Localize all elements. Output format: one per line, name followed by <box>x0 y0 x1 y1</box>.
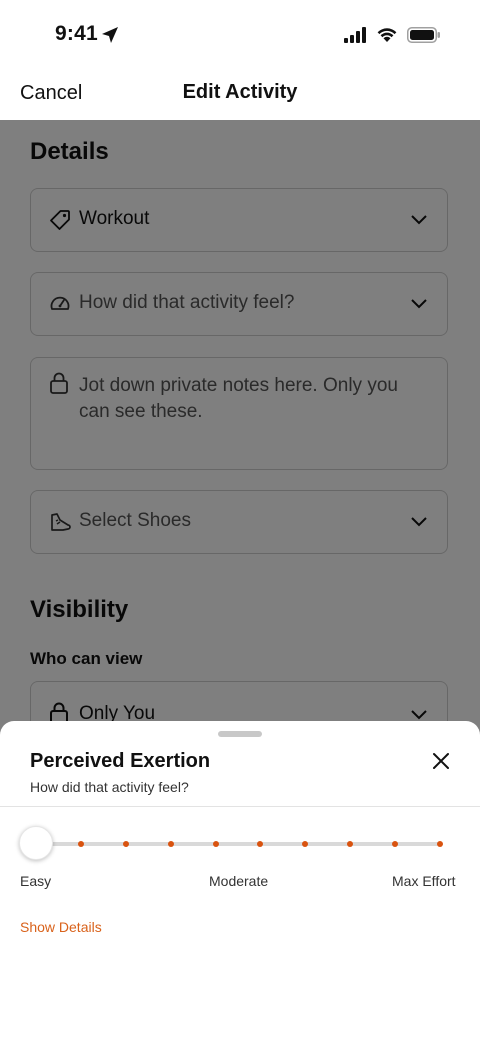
slider-tick <box>437 841 443 847</box>
slider-tick <box>77 841 84 847</box>
navigation-bar: Cancel Edit Activity <box>0 70 480 120</box>
location-arrow-icon <box>102 27 118 43</box>
scale-label-moderate: Moderate <box>209 873 269 889</box>
slider-track[interactable] <box>36 842 440 846</box>
slider-tick <box>347 841 354 847</box>
scale-label-max-effort: Max Effort <box>392 873 456 889</box>
scale-label-easy: Easy <box>20 873 52 889</box>
battery-icon <box>407 27 440 43</box>
show-details-link[interactable]: Show Details <box>20 919 102 935</box>
slider-tick <box>302 841 309 847</box>
slider-tick <box>167 841 174 847</box>
slider-tick <box>212 841 219 847</box>
slider-tick <box>122 841 129 847</box>
status-time: 9:41 <box>55 22 98 45</box>
status-bar: 9:41 <box>0 0 480 70</box>
wifi-icon <box>377 28 397 42</box>
page-title: Edit Activity <box>182 81 298 103</box>
sheet-subtitle: How did that activity feel? <box>30 779 189 795</box>
edit-activity-screen: 9:41 Cancel Edit Activity Details <box>0 0 480 1040</box>
close-icon[interactable] <box>429 749 453 773</box>
slider-tick <box>257 841 264 847</box>
sheet-divider <box>0 806 480 807</box>
slider-tick <box>392 841 399 847</box>
perceived-exertion-sheet: Perceived Exertion How did that activity… <box>0 721 480 1040</box>
sheet-title: Perceived Exertion <box>30 750 211 772</box>
slider-thumb[interactable] <box>19 826 53 860</box>
cellular-signal-icon <box>344 27 366 43</box>
sheet-grabber[interactable] <box>218 731 262 737</box>
